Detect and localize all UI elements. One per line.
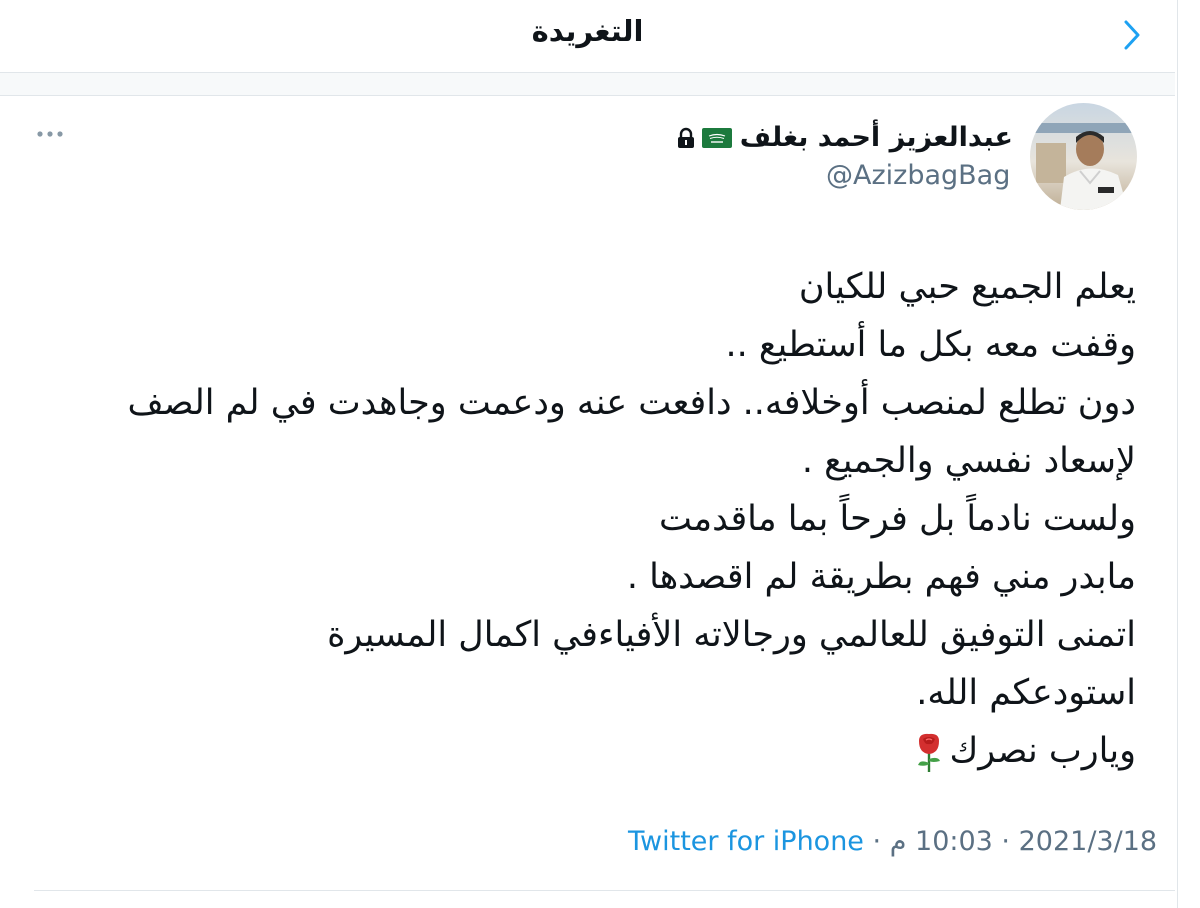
lock-icon [678,127,694,148]
tweet-date: 2021/3/18 [1018,826,1158,857]
tweet-source-link[interactable]: Twitter for iPhone [628,826,864,857]
flag-icon [702,128,732,148]
tweet-detail-screen: التغريدة عبدالعزيز أحمد بغلف @AzizbagBag… [0,0,1200,908]
meta-separator: · [1001,826,1011,857]
more-options-icon[interactable] [36,128,64,140]
tweet-line-text: ويارب نصرك [949,731,1136,771]
name-badges [676,124,732,152]
tweet-line: استودعكم الله. [916,673,1136,713]
header-divider [0,72,1175,96]
tweet-line: لإسعاد نفسي والجميع . [801,441,1136,481]
meta-separator: · [872,826,882,857]
top-bar: التغريدة [0,0,1175,72]
avatar[interactable] [1030,103,1137,210]
column-border [1177,0,1178,908]
back-button[interactable] [1118,18,1146,52]
tweet-text: يعلم الجميع حبي للكيان وقفت معه بكل ما أ… [36,258,1136,780]
tweet-time: 10:03 م [889,826,993,857]
display-name[interactable]: عبدالعزيز أحمد بغلف [740,122,1013,153]
tweet-meta: Twitter for iPhone · 10:03 م · 2021/3/18 [628,826,1157,857]
tweet-line: اتمنى التوفيق للعالمي ورجالاته الأفياءفي… [327,615,1136,655]
tweet-line: مابدر مني فهم بطريقة لم اقصدها . [626,557,1136,597]
page-title: التغريدة [531,14,644,48]
tweet-line-last: ويارب نصرك [36,722,1136,780]
tweet-line: ولست نادماً بل فرحاً بما ماقدمت [658,499,1136,539]
chevron-right-icon [1124,20,1140,50]
tweet-line: وقفت معه بكل ما أستطيع .. [725,325,1136,365]
tweet-line: يعلم الجميع حبي للكيان [798,267,1136,307]
divider [34,890,1175,891]
user-handle[interactable]: @AzizbagBag [826,160,1010,191]
tweet-line: دون تطلع لمنصب أوخلافه.. دافعت عنه ودعمت… [127,383,1136,423]
rose-icon [918,733,941,772]
